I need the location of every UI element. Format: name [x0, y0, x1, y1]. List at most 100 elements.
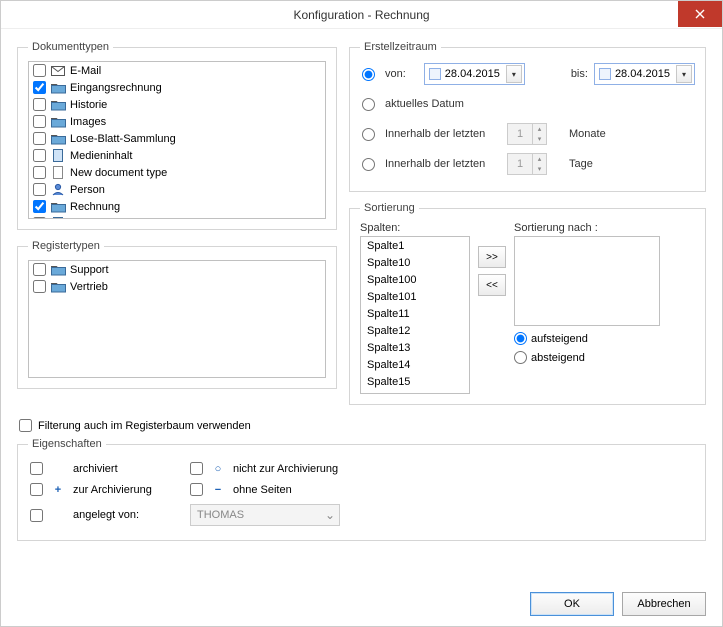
created-by-checkbox[interactable]	[30, 509, 43, 522]
close-button[interactable]	[678, 1, 722, 27]
docblue-icon	[50, 149, 66, 163]
spinner-up-icon[interactable]: ▴	[532, 154, 546, 164]
period-von-label: von:	[385, 68, 406, 80]
days-spinner[interactable]: 1 ▴▾	[507, 153, 547, 175]
doctype-item[interactable]: Rechnung	[29, 198, 325, 215]
doctype-checkbox[interactable]	[33, 183, 46, 196]
column-item[interactable]: Spalte12	[361, 322, 469, 339]
document-types-list[interactable]: E-Mail Eingangsrechnung Historie Images Lose…	[28, 61, 326, 219]
spinner-down-icon[interactable]: ▾	[532, 134, 546, 144]
column-item[interactable]: Spalte101	[361, 288, 469, 305]
chevron-down-icon[interactable]	[676, 65, 692, 83]
period-current-radio[interactable]	[362, 98, 375, 111]
days-value: 1	[508, 158, 532, 170]
not-for-archive-checkbox[interactable]	[190, 462, 203, 475]
archived-checkbox[interactable]	[30, 462, 43, 475]
regtype-checkbox[interactable]	[33, 263, 46, 276]
spinner-down-icon[interactable]: ▾	[532, 164, 546, 174]
period-days-radio[interactable]	[362, 158, 375, 171]
regtype-label: Support	[70, 264, 109, 276]
sort-desc-label: absteigend	[531, 352, 585, 364]
sort-legend: Sortierung	[360, 202, 419, 214]
ok-button[interactable]: OK	[530, 592, 614, 616]
doctype-checkbox[interactable]	[33, 132, 46, 145]
close-icon	[695, 9, 705, 19]
column-item[interactable]: Spalte15	[361, 373, 469, 390]
doctype-item[interactable]: E-Mail	[29, 62, 325, 79]
calendar-icon	[429, 68, 441, 80]
for-archive-checkbox[interactable]	[30, 483, 43, 496]
doctype-label: XML-Container	[70, 218, 144, 220]
period-months-radio[interactable]	[362, 128, 375, 141]
doctype-item[interactable]: Images	[29, 113, 325, 130]
regtype-item[interactable]: Support	[29, 261, 325, 278]
doctype-checkbox[interactable]	[33, 200, 46, 213]
doctype-checkbox[interactable]	[33, 217, 46, 219]
sort-asc-radio[interactable]	[514, 332, 527, 345]
date-from-picker[interactable]: 28.04.2015	[424, 63, 525, 85]
period-bis-label: bis:	[571, 68, 588, 80]
cancel-button[interactable]: Abbrechen	[622, 592, 706, 616]
doctype-label: Images	[70, 116, 106, 128]
register-types-group: Registertypen Support Vertrieb	[17, 240, 337, 389]
months-unit: Monate	[569, 128, 606, 140]
doctype-item[interactable]: Lose-Blatt-Sammlung	[29, 130, 325, 147]
person-icon	[50, 183, 66, 197]
column-item[interactable]: Spalte14	[361, 356, 469, 373]
not-for-archive-label: nicht zur Archivierung	[233, 463, 338, 475]
filter-tree-checkbox[interactable]	[19, 419, 32, 432]
doctype-checkbox[interactable]	[33, 64, 46, 77]
doctype-label: Eingangsrechnung	[70, 82, 162, 94]
doctype-checkbox[interactable]	[33, 149, 46, 162]
doctype-checkbox[interactable]	[33, 166, 46, 179]
doctype-item[interactable]: Medieninhalt	[29, 147, 325, 164]
column-item[interactable]: Spalte1	[361, 237, 469, 254]
docblue-icon	[50, 217, 66, 220]
doc-icon	[50, 166, 66, 180]
months-spinner[interactable]: 1 ▴▾	[507, 123, 547, 145]
doctype-item[interactable]: Eingangsrechnung	[29, 79, 325, 96]
period-current-label: aktuelles Datum	[385, 98, 464, 110]
date-to-value: 28.04.2015	[615, 68, 670, 80]
doctype-checkbox[interactable]	[33, 98, 46, 111]
user-value: THOMAS	[197, 509, 244, 521]
doctype-label: E-Mail	[70, 65, 101, 77]
remove-column-button[interactable]: <<	[478, 274, 506, 296]
plus-icon: +	[51, 484, 65, 496]
doctype-item[interactable]: XML-Container	[29, 215, 325, 219]
add-column-button[interactable]: >>	[478, 246, 506, 268]
period-legend: Erstellzeitraum	[360, 41, 441, 53]
doctype-item[interactable]: Historie	[29, 96, 325, 113]
columns-label: Spalten:	[360, 222, 470, 234]
sort-desc-radio[interactable]	[514, 351, 527, 364]
minus-icon: −	[211, 484, 225, 496]
date-to-picker[interactable]: 28.04.2015	[594, 63, 695, 85]
circle-icon: ○	[211, 463, 225, 475]
columns-list[interactable]: Spalte1Spalte10Spalte100Spalte101Spalte1…	[360, 236, 470, 394]
sort-by-list[interactable]	[514, 236, 660, 326]
doctype-checkbox[interactable]	[33, 115, 46, 128]
sort-by-label: Sortierung nach :	[514, 222, 695, 234]
column-item[interactable]: Spalte13	[361, 339, 469, 356]
column-item[interactable]: Spalte100	[361, 271, 469, 288]
doctype-item[interactable]: New document type	[29, 164, 325, 181]
no-pages-checkbox[interactable]	[190, 483, 203, 496]
chevron-down-icon[interactable]	[321, 505, 339, 525]
register-types-legend: Registertypen	[28, 240, 104, 252]
register-types-list[interactable]: Support Vertrieb	[28, 260, 326, 378]
doctype-checkbox[interactable]	[33, 81, 46, 94]
chevron-down-icon[interactable]	[506, 65, 522, 83]
spinner-up-icon[interactable]: ▴	[532, 124, 546, 134]
period-von-radio[interactable]	[362, 68, 375, 81]
regtype-checkbox[interactable]	[33, 280, 46, 293]
regtype-item[interactable]: Vertrieb	[29, 278, 325, 295]
doctype-item[interactable]: Person	[29, 181, 325, 198]
archived-label: archiviert	[73, 463, 118, 475]
regtype-label: Vertrieb	[70, 281, 108, 293]
column-item[interactable]: Spalte11	[361, 305, 469, 322]
period-group: Erstellzeitraum von: 28.04.2015 bis: 28.…	[349, 41, 706, 192]
sort-asc-label: aufsteigend	[531, 333, 588, 345]
column-item[interactable]: Spalte10	[361, 254, 469, 271]
for-archive-label: zur Archivierung	[73, 484, 152, 496]
user-combobox[interactable]: THOMAS	[190, 504, 340, 526]
